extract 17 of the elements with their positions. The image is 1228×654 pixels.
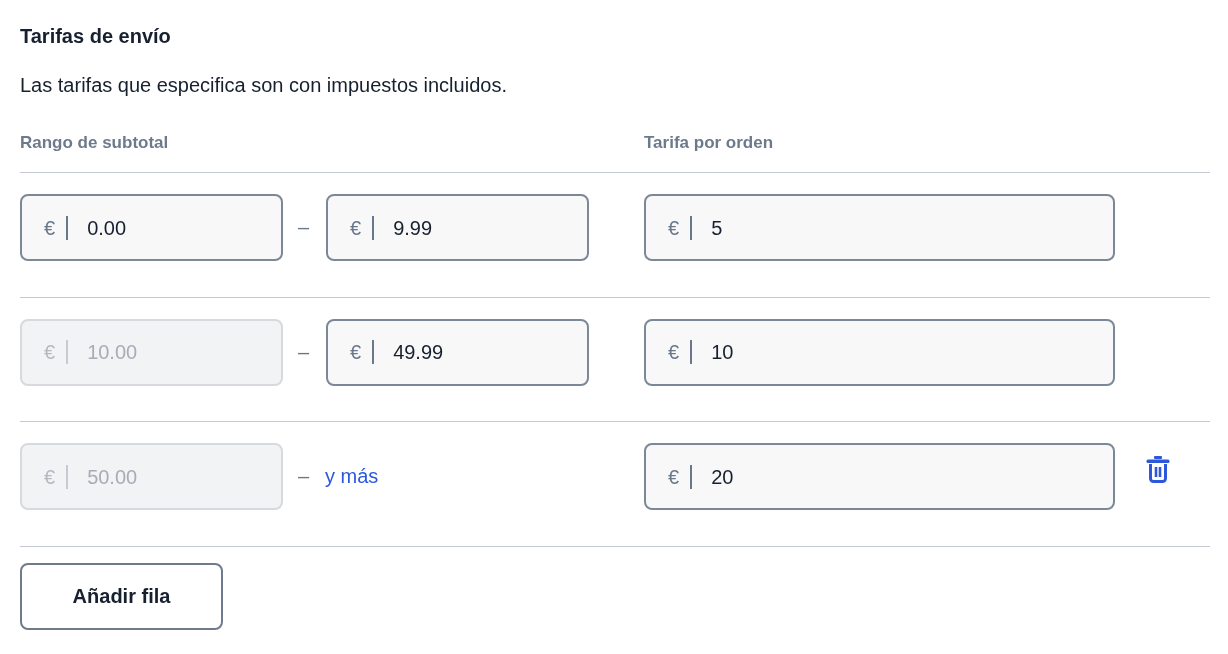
rate-field[interactable]: € 10 (644, 318, 1115, 386)
section-description: Las tarifas que especifica son con impuestos incluidos. (20, 73, 507, 97)
delete-row-button[interactable] (1146, 456, 1170, 483)
section-title: Tarifas de envío (20, 24, 171, 48)
column-header: Rango de subtotal (20, 133, 169, 153)
range-separator: – (297, 340, 310, 364)
range-separator: – (297, 465, 310, 488)
range-end-label: y más (325, 465, 379, 488)
column-header: Tarifa por orden (644, 133, 774, 153)
add-row-button[interactable]: Añadir fila (20, 562, 223, 630)
amount-field[interactable]: € 9.99 (326, 194, 589, 261)
rate-field[interactable]: € 5 (644, 194, 1115, 261)
trash-icon (1146, 456, 1170, 483)
rate-field[interactable]: € 20 (644, 443, 1115, 510)
amount-field[interactable]: € 49.99 (326, 318, 589, 386)
range-separator: – (297, 216, 310, 239)
amount-field[interactable]: € 0.00 (20, 194, 283, 261)
